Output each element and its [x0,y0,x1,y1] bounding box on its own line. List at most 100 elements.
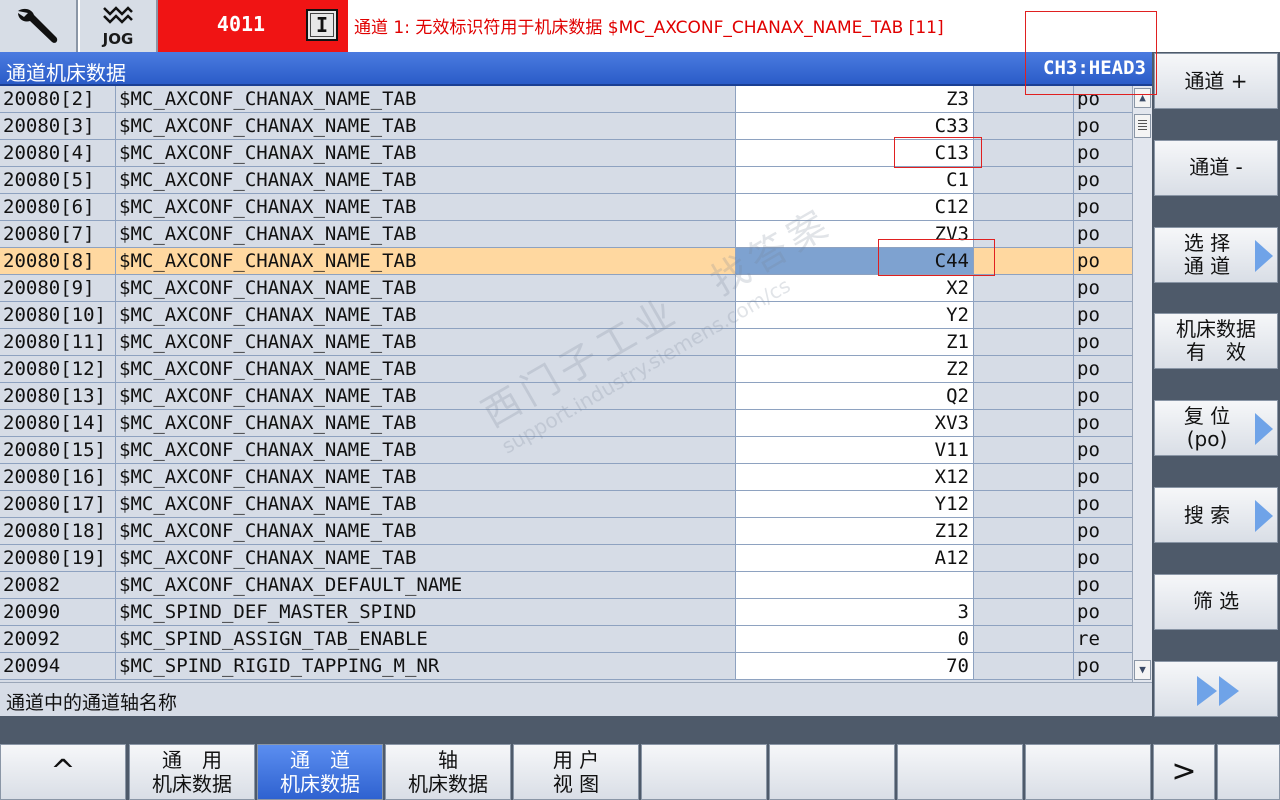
table-row[interactable]: 20080[2] $MC_AXCONF_CHANAX_NAME_TAB Z3 po [0,86,1132,113]
md-value[interactable]: Z12 [736,518,974,544]
md-value[interactable]: 70 [736,653,974,679]
mode-label: JOG [102,30,134,48]
md-value[interactable]: V11 [736,437,974,463]
table-row[interactable]: 20094 $MC_SPIND_RIGID_TAPPING_M_NR 70 po [0,653,1132,680]
md-value[interactable]: X12 [736,464,974,490]
vertical-softkey-6[interactable]: 搜 索 [1154,487,1278,543]
horizontal-softkey-2[interactable]: 通 用 机床数据 [129,744,255,800]
table-row[interactable]: 20080[17] $MC_AXCONF_CHANAX_NAME_TAB Y12 po [0,491,1132,518]
md-value[interactable]: A12 [736,545,974,571]
horizontal-softkey-9[interactable] [1025,744,1151,800]
softkey-label: 通 用 机床数据 [152,748,232,796]
table-row[interactable]: 20092 $MC_SPIND_ASSIGN_TAB_ENABLE 0 re [0,626,1132,653]
alarm-message[interactable]: 通道 1: 无效标识符用于机床数据 $MC_AXCONF_CHANAX_NAME… [354,13,944,38]
vertical-softkey-1[interactable]: 通道 + [1154,53,1278,109]
scroll-down-button[interactable]: ▼ [1134,660,1151,680]
md-unit [974,599,1074,625]
vertical-softkey-3[interactable]: 选 择 通 道 [1154,226,1278,283]
md-name: $MC_AXCONF_CHANAX_NAME_TAB [116,275,736,301]
horizontal-softkey-1[interactable]: ^ [0,744,126,800]
table-row[interactable]: 20080[3] $MC_AXCONF_CHANAX_NAME_TAB C33 po [0,113,1132,140]
md-effect: po [1077,547,1100,569]
scroll-thumb[interactable] [1134,114,1151,138]
md-number: 20080[19] [0,545,116,571]
md-unit [974,653,1074,679]
md-effect: po [1077,115,1100,137]
jog-mode-indicator[interactable]: JOG [80,0,158,52]
md-number: 20080[18] [0,518,116,544]
md-value[interactable]: X2 [736,275,974,301]
alarm-area[interactable]: 4011 I [158,0,348,52]
table-row[interactable]: 20080[7] $MC_AXCONF_CHANAX_NAME_TAB ZV3 po [0,221,1132,248]
scroll-up-button[interactable]: ▲ [1134,88,1151,108]
md-value[interactable]: Z1 [736,329,974,355]
softkey-label: 通 道 机床数据 [280,748,360,796]
scrollbar[interactable]: ▲ ▼ [1132,86,1152,682]
md-value[interactable]: C33 [736,113,974,139]
table-row[interactable]: 20080[4] $MC_AXCONF_CHANAX_NAME_TAB C13 po [0,140,1132,167]
md-effect: po [1077,277,1100,299]
md-name: $MC_SPIND_ASSIGN_TAB_ENABLE [116,626,736,652]
md-value[interactable]: Z3 [736,86,974,112]
md-effect: po [1077,601,1100,623]
vertical-softkey-5[interactable]: 复 位 (po) [1154,400,1278,457]
right-triangle-icon [1255,413,1273,446]
md-unit [974,410,1074,436]
vertical-softkey-7[interactable]: 筛 选 [1154,573,1278,630]
table-row[interactable]: 20080[8] $MC_AXCONF_CHANAX_NAME_TAB C44 po [0,248,1132,275]
table-row[interactable]: 20082 $MC_AXCONF_CHANAX_DEFAULT_NAME po [0,572,1132,599]
md-value[interactable]: C12 [736,194,974,220]
md-number: 20092 [0,626,116,652]
md-value[interactable]: XV3 [736,410,974,436]
table-row[interactable]: 20080[15] $MC_AXCONF_CHANAX_NAME_TAB V11 po [0,437,1132,464]
md-value[interactable]: Y12 [736,491,974,517]
md-value[interactable]: 3 [736,599,974,625]
md-effect: po [1077,385,1100,407]
vertical-softkey-4[interactable]: 机床数据 有 效 [1154,313,1278,370]
md-value[interactable]: C44 [736,248,974,274]
horizontal-softkey-4[interactable]: 轴 机床数据 [385,744,511,800]
horizontal-softkey-10[interactable]: > [1153,744,1215,800]
md-number: 20080[7] [0,221,116,247]
md-value[interactable]: Y2 [736,302,974,328]
vertical-softkey-2[interactable]: 通道 - [1154,139,1278,196]
horizontal-softkey-8[interactable] [897,744,1023,800]
md-value[interactable]: C13 [736,140,974,166]
softkey-label: 搜 索 [1183,502,1231,527]
horizontal-softkey-6[interactable] [641,744,767,800]
vertical-softkey-8[interactable] [1154,660,1278,717]
table-row[interactable]: 20080[19] $MC_AXCONF_CHANAX_NAME_TAB A12 po [0,545,1132,572]
horizontal-softkey-blank[interactable] [1217,744,1280,800]
table-row[interactable]: 20080[14] $MC_AXCONF_CHANAX_NAME_TAB XV3 po [0,410,1132,437]
md-unit [974,545,1074,571]
md-unit [974,329,1074,355]
md-number: 20080[14] [0,410,116,436]
chevron-up-icon: ^ [50,754,76,789]
md-name: $MC_AXCONF_CHANAX_NAME_TAB [116,356,736,382]
md-value[interactable] [736,572,974,598]
md-name: $MC_AXCONF_CHANAX_DEFAULT_NAME [116,572,736,598]
softkey-label [1026,745,1150,799]
table-row[interactable]: 20080[12] $MC_AXCONF_CHANAX_NAME_TAB Z2 po [0,356,1132,383]
table-row[interactable]: 20080[18] $MC_AXCONF_CHANAX_NAME_TAB Z12 po [0,518,1132,545]
table-row[interactable]: 20080[5] $MC_AXCONF_CHANAX_NAME_TAB C1 po [0,167,1132,194]
table-row[interactable]: 20080[11] $MC_AXCONF_CHANAX_NAME_TAB Z1 po [0,329,1132,356]
wrench-icon[interactable] [0,0,78,52]
table-row[interactable]: 20080[13] $MC_AXCONF_CHANAX_NAME_TAB Q2 po [0,383,1132,410]
table-row[interactable]: 20080[6] $MC_AXCONF_CHANAX_NAME_TAB C12 po [0,194,1132,221]
horizontal-softkey-3[interactable]: 通 道 机床数据 [257,744,383,800]
md-name: $MC_AXCONF_CHANAX_NAME_TAB [116,113,736,139]
table-row[interactable]: 20090 $MC_SPIND_DEF_MASTER_SPIND 3 po [0,599,1132,626]
horizontal-softkey-7[interactable] [769,744,895,800]
md-value[interactable]: C1 [736,167,974,193]
table-row[interactable]: 20080[10] $MC_AXCONF_CHANAX_NAME_TAB Y2 po [0,302,1132,329]
table-row[interactable]: 20080[9] $MC_AXCONF_CHANAX_NAME_TAB X2 po [0,275,1132,302]
table-row[interactable]: 20080[16] $MC_AXCONF_CHANAX_NAME_TAB X12 po [0,464,1132,491]
md-value[interactable]: ZV3 [736,221,974,247]
md-value[interactable]: Q2 [736,383,974,409]
md-number: 20094 [0,653,116,679]
md-value[interactable]: Z2 [736,356,974,382]
horizontal-softkey-5[interactable]: 用 户 视 图 [513,744,639,800]
md-effect: po [1077,655,1100,677]
md-value[interactable]: 0 [736,626,974,652]
